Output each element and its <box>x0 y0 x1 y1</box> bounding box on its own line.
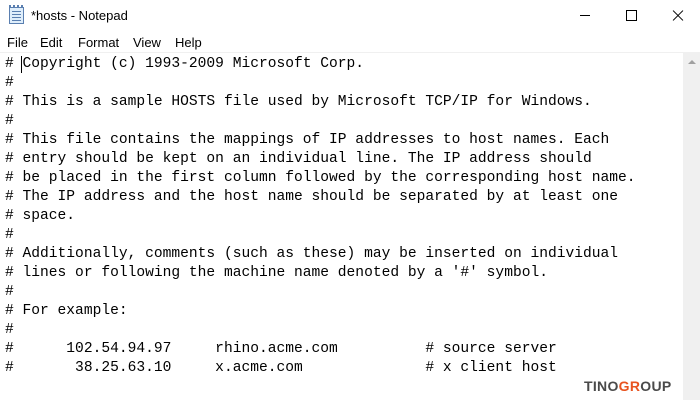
text-caret <box>21 56 22 73</box>
text-line: # entry should be kept on an individual … <box>5 151 592 167</box>
text-line: # <box>5 227 14 243</box>
menu-edit[interactable]: Edit <box>40 35 62 50</box>
watermark-text: TINO <box>584 378 619 394</box>
menu-help[interactable]: Help <box>175 35 202 50</box>
text-line: # Copyright (c) 1993-2009 Microsoft Corp… <box>5 56 365 72</box>
window-title: *hosts - Notepad <box>31 8 128 23</box>
watermark-accent: GR <box>618 378 641 394</box>
scroll-up-arrow-icon[interactable] <box>683 53 700 70</box>
text-line: # 38.25.63.10 x.acme.com # x client host <box>5 360 557 376</box>
menu-file[interactable]: File <box>7 35 28 50</box>
menu-bar: File Edit Format View Help <box>0 32 700 53</box>
text-line: # Additionally, comments (such as these)… <box>5 246 619 262</box>
minimize-button[interactable] <box>562 0 608 32</box>
close-button[interactable] <box>654 0 700 32</box>
watermark-text: UP <box>651 378 672 394</box>
text-line: # This is a sample HOSTS file used by Mi… <box>5 94 592 110</box>
notepad-icon <box>9 5 24 24</box>
scroll-thumb[interactable] <box>687 73 696 393</box>
text-line: # be placed in the first column followed… <box>5 170 636 186</box>
text-line: # <box>5 113 14 129</box>
menu-view[interactable]: View <box>133 35 161 50</box>
title-bar: *hosts - Notepad <box>0 0 700 32</box>
brand-watermark: TINOGROUP <box>584 378 672 394</box>
text-line: # The IP address and the host name shoul… <box>5 189 619 205</box>
menu-format[interactable]: Format <box>78 35 119 50</box>
text-line: # For example: <box>5 303 128 319</box>
text-line: # space. <box>5 208 76 224</box>
text-line: # <box>5 284 14 300</box>
text-line: # <box>5 75 14 91</box>
text-line: # 102.54.94.97 rhino.acme.com # source s… <box>5 341 557 357</box>
text-line: # <box>5 322 14 338</box>
text-line: # This file contains the mappings of IP … <box>5 132 610 148</box>
text-editor[interactable]: # Copyright (c) 1993-2009 Microsoft Corp… <box>0 53 683 400</box>
watermark-text: O <box>640 378 652 394</box>
maximize-button[interactable] <box>608 0 654 32</box>
vertical-scrollbar[interactable] <box>683 53 700 400</box>
text-line: # lines or following the machine name de… <box>5 265 548 281</box>
